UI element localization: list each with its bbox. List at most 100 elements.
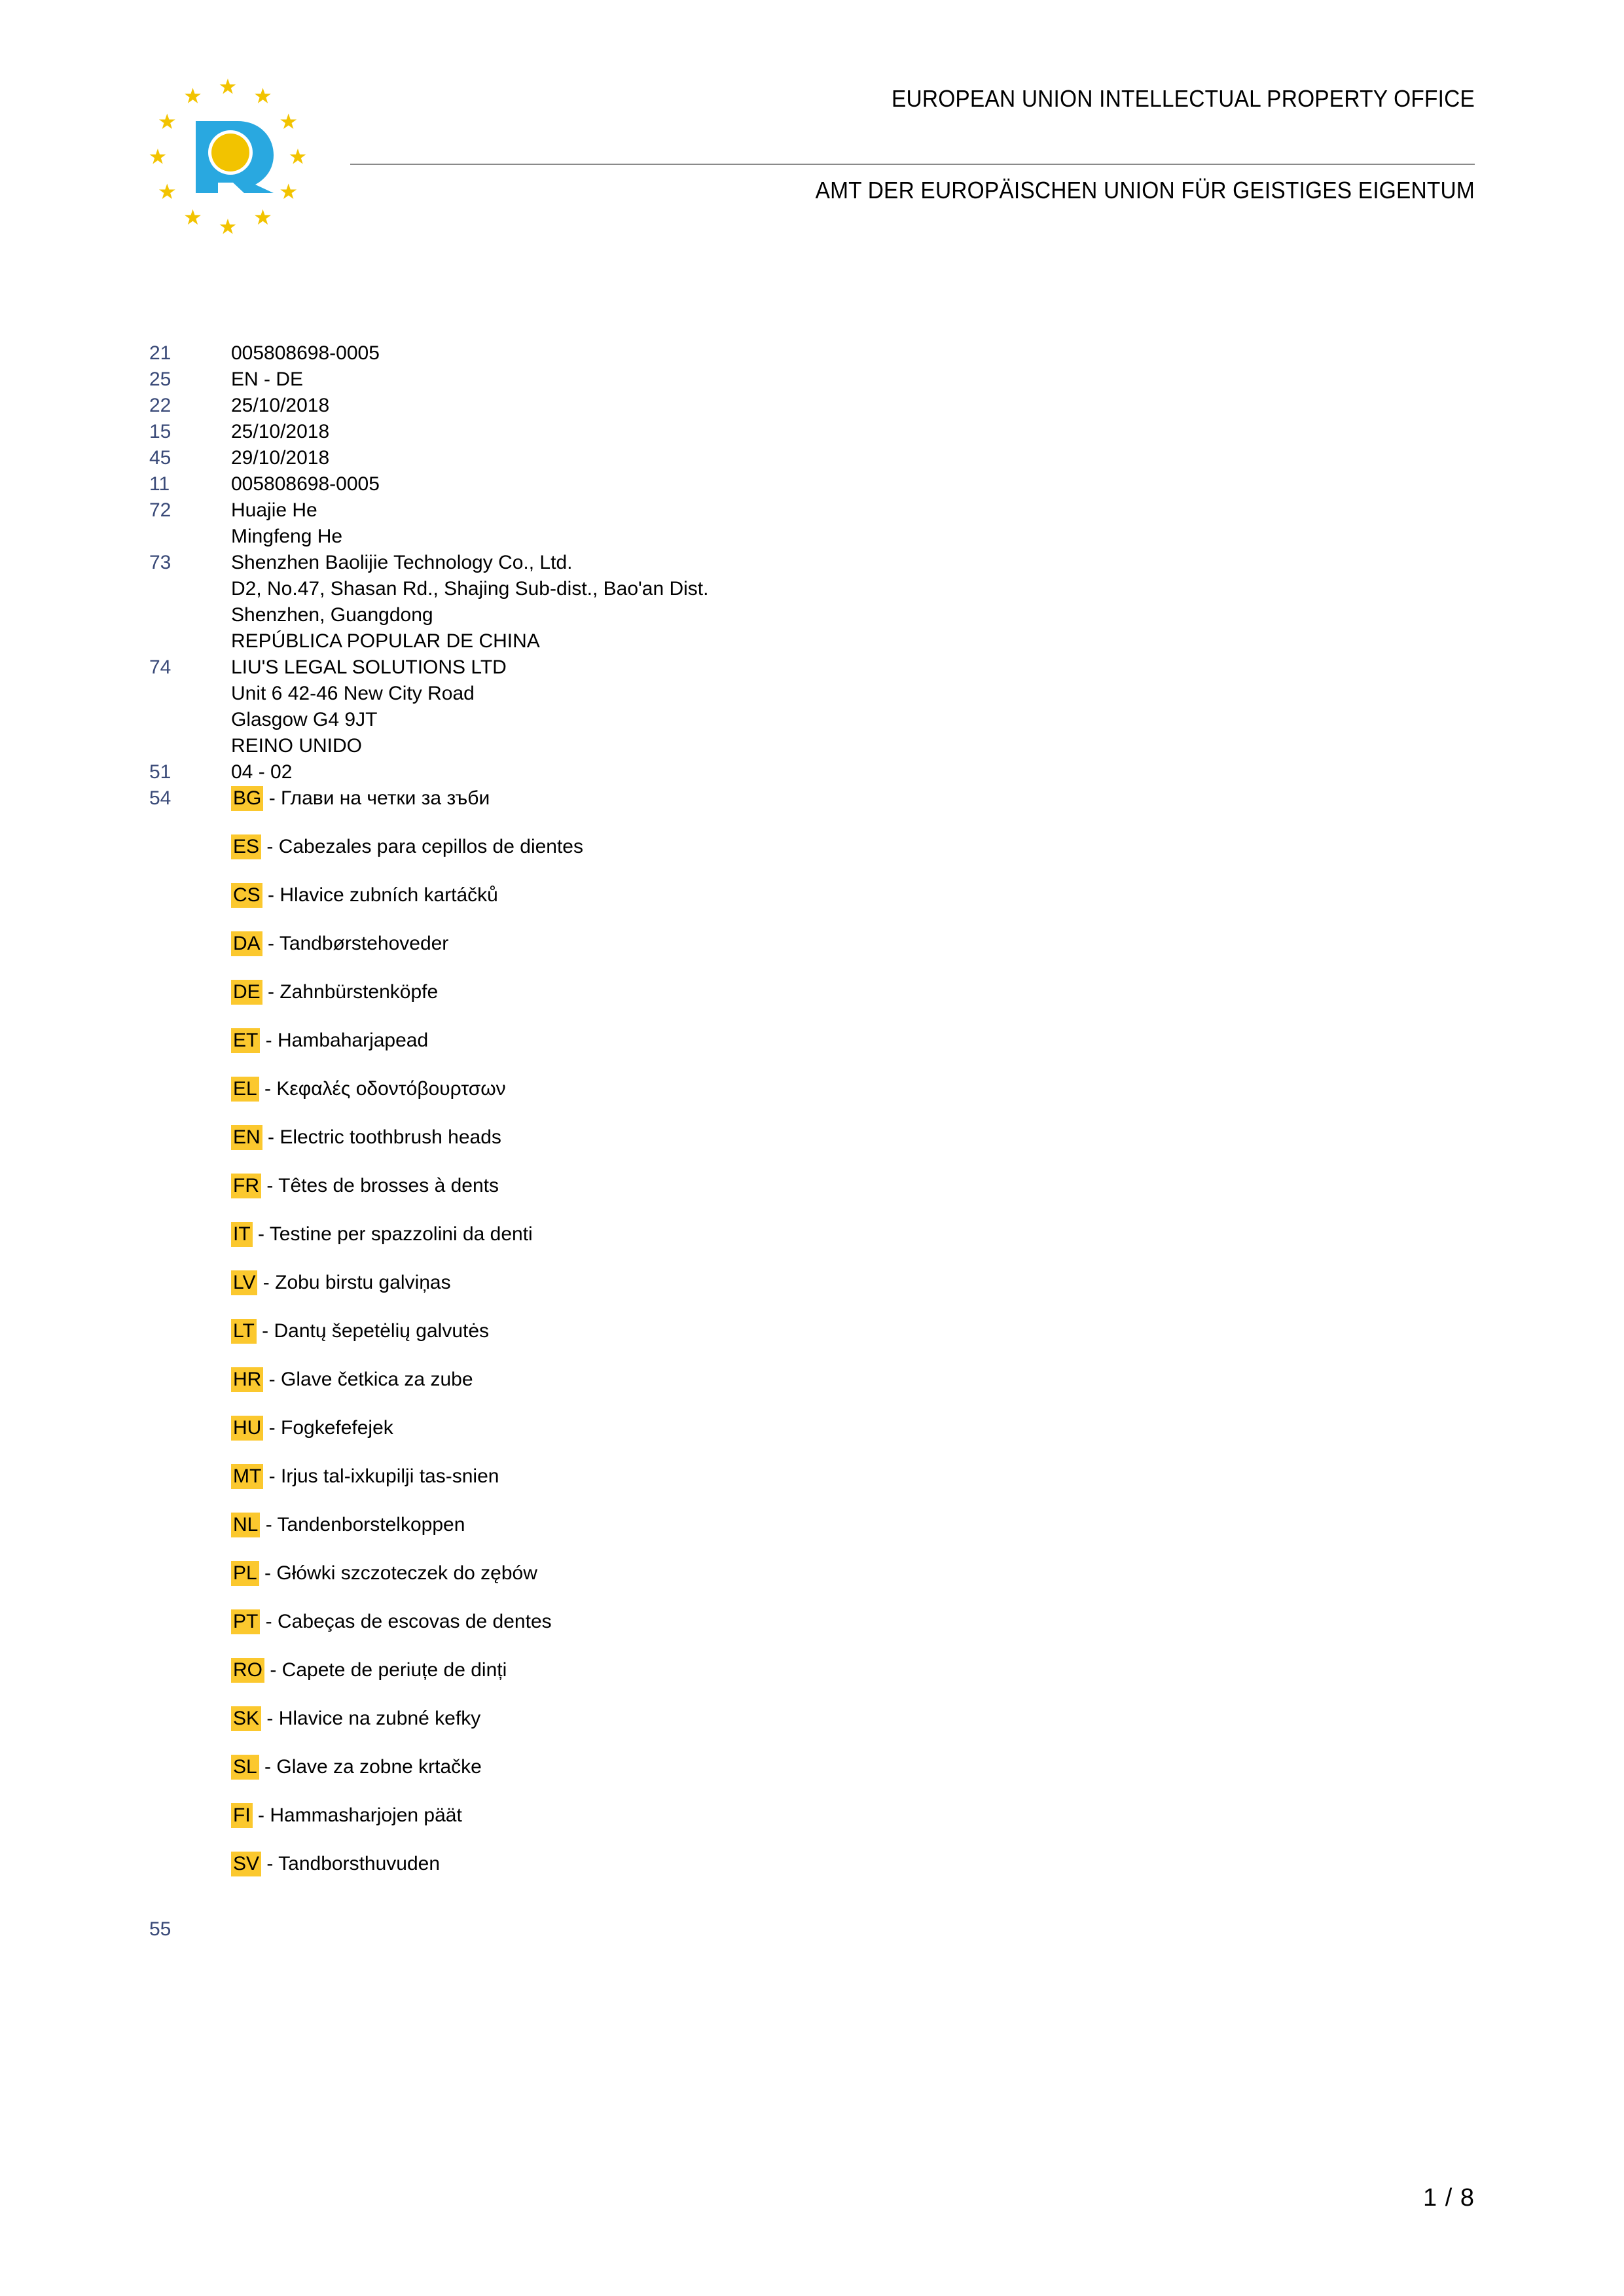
indication-body: CS - Hlavice zubních kartáčků <box>231 882 498 908</box>
indication-text: Cabezales para cepillos de dientes <box>278 836 583 857</box>
language-code-badge: RO <box>231 1658 264 1683</box>
inid-code: 11 <box>149 473 170 495</box>
inid-row: 22 25/10/2018 <box>0 393 1624 419</box>
header-divider <box>350 164 1475 165</box>
indication-row: LT - Dantų šepetėlių galvutės <box>0 1318 1624 1344</box>
indication-row: EN - Electric toothbrush heads <box>0 1124 1624 1151</box>
language-code-badge: MT <box>231 1464 264 1489</box>
indication-body: BG - Глави на четки за зъби <box>231 785 490 812</box>
indication-row: MT - Irjus tal-ixkupilji tas-snien <box>0 1463 1624 1490</box>
inid-row: 73D2, No.47, Shasan Rd., Shajing Sub-dis… <box>0 576 1624 602</box>
indication-body: PT - Cabeças de escovas de dentes <box>231 1609 552 1635</box>
indication-body: PL - Główki szczoteczek do zębów <box>231 1560 537 1587</box>
indication-text: Hambaharjapead <box>278 1030 429 1051</box>
inid-value: 04 - 02 <box>231 761 293 783</box>
indication-separator: - <box>252 1223 270 1245</box>
language-code-badge: DA <box>231 931 262 956</box>
inid-value: D2, No.47, Shasan Rd., Shajing Sub-dist.… <box>231 578 709 600</box>
indication-body: HU - Fogkefefejek <box>231 1415 393 1441</box>
page-footer: 1 / 8 <box>0 2184 1624 2212</box>
inid-value: Glasgow G4 9JT <box>231 709 378 730</box>
indication-text: Hammasharjojen päät <box>270 1804 462 1826</box>
indication-separator: - <box>259 1078 277 1100</box>
inid-row: 15 25/10/2018 <box>0 419 1624 445</box>
euipo-r-letter <box>196 121 274 193</box>
indication-row: PL - Główki szczoteczek do zębów <box>0 1560 1624 1587</box>
indication-body: EL - Κεφαλές οδοντόβουρτσων <box>231 1076 506 1102</box>
indication-body: FI - Hammasharjojen päät <box>231 1803 462 1829</box>
indication-row: ET - Hambaharjapead <box>0 1028 1624 1054</box>
language-code-badge: FI <box>231 1803 253 1828</box>
language-code-badge: FR <box>231 1174 261 1198</box>
indication-row: HR - Glave četkica za zube <box>0 1367 1624 1393</box>
inid-value: EN - DE <box>231 368 304 390</box>
indication-body: ES - Cabezales para cepillos de dientes <box>231 834 583 860</box>
inid-row: 21 005808698-0005 <box>0 340 1624 367</box>
inid-value: Huajie He <box>231 499 317 521</box>
inid-code-continuation: 73 <box>0 628 231 655</box>
indication-body: FR - Têtes de brosses à dents <box>231 1173 499 1199</box>
indication-text: Glave četkica za zube <box>281 1369 473 1390</box>
indication-text: Tandborsthuvuden <box>278 1853 441 1874</box>
indication-body: IT - Testine per spazzolini da denti <box>231 1221 533 1247</box>
indication-text: Electric toothbrush heads <box>280 1126 501 1148</box>
indication-separator: - <box>252 1804 270 1826</box>
inid-code-54: 54 <box>149 787 171 809</box>
indication-separator: - <box>263 1369 281 1390</box>
indication-separator: - <box>261 1708 279 1729</box>
indication-row: IT - Testine per spazzolini da denti <box>0 1221 1624 1247</box>
indication-row: SV - Tandborsthuvuden <box>0 1851 1624 1877</box>
indication-of-product-list: 54 BG - Глави на четки за зъби ES - Cabeza… <box>0 785 1624 1877</box>
indication-separator: - <box>262 884 280 906</box>
inid-row: 51 04 - 02 <box>0 759 1624 785</box>
indication-body: SK - Hlavice na zubné kefky <box>231 1706 480 1732</box>
inid-code: 15 <box>149 421 171 442</box>
indication-separator: - <box>261 836 279 857</box>
inid-row: 74 LIU'S LEGAL SOLUTIONS LTD <box>0 655 1624 681</box>
language-code-badge: SV <box>231 1852 262 1876</box>
indication-body: ET - Hambaharjapead <box>231 1028 428 1054</box>
inid-code: 73 <box>149 552 171 573</box>
indication-text: Dantų šepetėlių galvutės <box>274 1320 490 1342</box>
language-code-badge: EL <box>231 1077 259 1102</box>
indication-body: LV - Zobu birstu galviņas <box>231 1270 451 1296</box>
indication-body: MT - Irjus tal-ixkupilji tas-snien <box>231 1463 499 1490</box>
inid-row: 73Shenzhen, Guangdong <box>0 602 1624 628</box>
euipo-logo <box>139 69 316 245</box>
language-code-badge: NL <box>231 1513 261 1537</box>
indication-separator: - <box>261 1853 279 1874</box>
inid-value: 005808698-0005 <box>231 342 380 364</box>
indication-row: HU - Fogkefefejek <box>0 1415 1624 1441</box>
indication-separator: - <box>264 1659 282 1681</box>
indication-row: ES - Cabezales para cepillos de dientes <box>0 834 1624 860</box>
header-title-en: EUROPEAN UNION INTELLECTUAL PROPERTY OFF… <box>891 85 1475 112</box>
inid-row: 74Glasgow G4 9JT <box>0 707 1624 733</box>
inid-code-continuation: 74 <box>0 681 231 707</box>
inid-field-list: 21 005808698-0005 25 EN - DE 22 25/10/2018 15 2… <box>0 340 1624 785</box>
language-code-badge: ES <box>231 834 262 859</box>
inid-code: 25 <box>149 368 171 390</box>
indication-separator: - <box>259 1756 277 1778</box>
indication-text: Glave za zobne krtačke <box>276 1756 482 1778</box>
inid-row: 45 29/10/2018 <box>0 445 1624 471</box>
inid-row: 74Unit 6 42-46 New City Road <box>0 681 1624 707</box>
inid-row-55: 55 <box>0 1916 1624 1943</box>
indication-row: DE - Zahnbürstenköpfe <box>0 979 1624 1005</box>
indication-text: Hlavice zubních kartáčků <box>280 884 498 906</box>
indication-text: Hlavice na zubné kefky <box>278 1708 481 1729</box>
inid-row: 25 EN - DE <box>0 367 1624 393</box>
inid-row: 72 Huajie He <box>0 497 1624 524</box>
indication-separator: - <box>260 1030 278 1051</box>
language-code-badge: EN <box>231 1125 262 1150</box>
indication-body: RO - Capete de periuțe de dinți <box>231 1657 507 1683</box>
inid-row: 73 Shenzhen Baolijie Technology Co., Ltd. <box>0 550 1624 576</box>
indication-body: HR - Glave četkica za zube <box>231 1367 473 1393</box>
inid-value: Shenzhen Baolijie Technology Co., Ltd. <box>231 552 573 573</box>
language-code-badge: DE <box>231 980 262 1005</box>
inid-code-55: 55 <box>149 1918 171 1940</box>
inid-code-continuation: 73 <box>0 576 231 602</box>
document-page: EUROPEAN UNION INTELLECTUAL PROPERTY OFF… <box>0 0 1624 2296</box>
inid-value: 005808698-0005 <box>231 473 380 495</box>
language-code-badge: PT <box>231 1609 261 1634</box>
indication-text: Κεφαλές οδοντόβουρτσων <box>276 1078 506 1100</box>
